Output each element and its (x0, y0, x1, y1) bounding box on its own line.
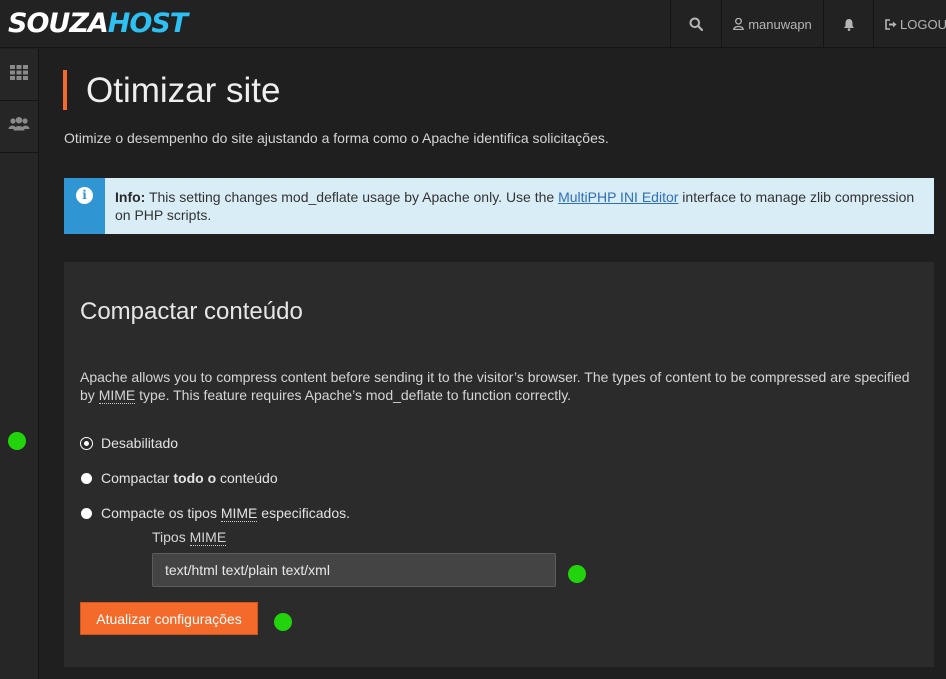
mime-types-input[interactable] (152, 553, 556, 587)
logout-button[interactable]: LOGOUT (873, 0, 946, 48)
search-icon (689, 17, 703, 31)
mime-abbr: MIME (98, 387, 136, 404)
info-icon-column: i (64, 178, 105, 234)
left-sidebar (0, 49, 39, 679)
username-label: manuwapn (748, 16, 812, 32)
grid-icon (10, 64, 28, 85)
info-text-before: This setting changes mod_deflate usage b… (145, 189, 559, 205)
bell-icon (843, 18, 855, 31)
marker-dot (568, 565, 586, 583)
option-disabled[interactable]: Desabilitado (80, 433, 179, 453)
option-compress-all-label: Compactar todo o conteúdo (101, 470, 278, 486)
info-message: Info: This setting changes mod_deflate u… (115, 188, 915, 224)
update-settings-button[interactable]: Atualizar configurações (80, 602, 258, 635)
multiphp-ini-editor-link[interactable]: MultiPHP INI Editor (558, 189, 678, 205)
mime-types-label: Tipos MIME (152, 529, 227, 546)
notifications-button[interactable] (823, 0, 873, 48)
page-description: Otimize o desempenho do site ajustando a… (64, 130, 609, 146)
marker-dot (274, 613, 292, 631)
title-accent-bar (63, 70, 67, 110)
radio-compress-specified[interactable] (81, 507, 92, 519)
option-compress-specified[interactable]: Compacte os tipos MIME especificados. (81, 503, 350, 523)
option-compress-specified-label: Compacte os tipos MIME especificados. (101, 505, 351, 522)
option-disabled-label: Desabilitado (101, 435, 179, 451)
sidebar-item-tools[interactable] (0, 49, 38, 101)
search-button[interactable] (670, 0, 721, 48)
user-icon (733, 18, 745, 30)
logout-label: LOGOUT (900, 16, 946, 32)
panel-title: Compactar conteúdo (80, 298, 303, 325)
panel-description: Apache allows you to compress content be… (80, 369, 910, 404)
radio-disabled[interactable] (80, 436, 93, 450)
logout-icon (885, 18, 897, 30)
info-label: Info: (115, 189, 146, 205)
option-compress-all[interactable]: Compactar todo o conteúdo (81, 468, 278, 488)
info-icon: i (76, 187, 93, 204)
info-alert: i Info: This setting changes mod_deflate… (64, 178, 934, 234)
radio-compress-all[interactable] (81, 472, 92, 484)
page-title: Otimizar site (86, 71, 281, 110)
brand-logo[interactable]: SOUZAHOST (8, 6, 188, 40)
top-navbar: SOUZAHOST manuwapn LOGOUT (0, 0, 946, 48)
marker-dot (8, 432, 26, 450)
user-menu[interactable]: manuwapn (721, 0, 823, 48)
users-icon (8, 117, 30, 136)
sidebar-item-users[interactable] (0, 101, 38, 153)
